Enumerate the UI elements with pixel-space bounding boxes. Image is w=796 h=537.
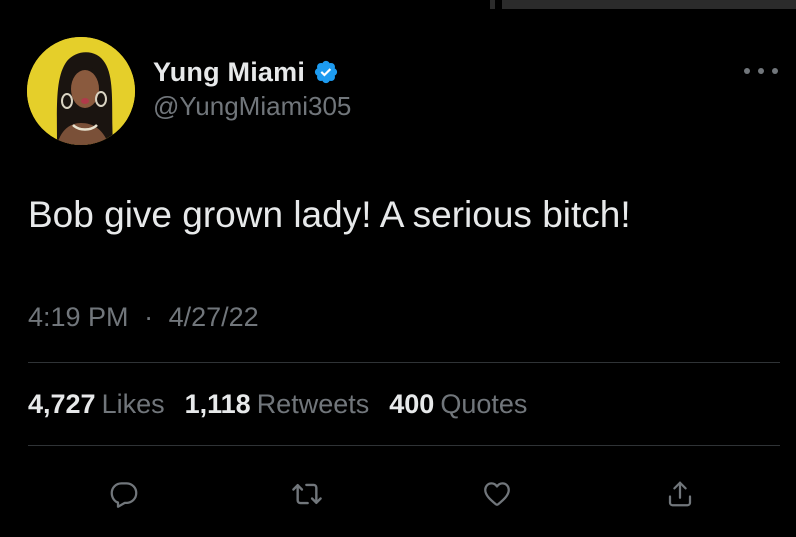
like-button[interactable]: [477, 474, 517, 514]
reply-button[interactable]: [104, 474, 144, 514]
share-icon: [668, 481, 692, 507]
tweet-date[interactable]: 4/27/22: [169, 302, 259, 332]
author-name-row[interactable]: Yung Miami: [153, 56, 339, 88]
quotes-stat[interactable]: 400 Quotes: [389, 389, 527, 420]
more-dot: [744, 68, 750, 74]
quotes-count: 400: [389, 389, 435, 419]
retweets-stat[interactable]: 1,118 Retweets: [185, 389, 370, 420]
author-handle[interactable]: @YungMiami305: [153, 91, 351, 122]
retweet-icon: [292, 483, 322, 505]
more-options-icon[interactable]: [744, 62, 778, 80]
top-edge-fragment: [490, 0, 495, 9]
tweet-timestamp[interactable]: 4:19 PM · 4/27/22: [28, 302, 259, 333]
top-edge-bar: [502, 0, 796, 9]
avatar-image: [27, 37, 135, 145]
divider: [28, 362, 780, 363]
retweets-label: Retweets: [256, 389, 370, 419]
avatar[interactable]: [27, 37, 135, 145]
likes-count: 4,727: [28, 389, 96, 419]
verified-badge-icon: [314, 60, 338, 84]
more-dot: [772, 68, 778, 74]
divider: [28, 445, 780, 446]
more-dot: [758, 68, 764, 74]
author-display-name[interactable]: Yung Miami: [153, 57, 305, 88]
timestamp-separator: ·: [144, 302, 154, 332]
likes-label: Likes: [101, 389, 165, 419]
share-button[interactable]: [660, 474, 700, 514]
retweet-button[interactable]: [287, 474, 327, 514]
retweets-count: 1,118: [184, 389, 251, 419]
tweet-text: Bob give grown lady! A serious bitch!: [28, 194, 631, 235]
tweet-time[interactable]: 4:19 PM: [28, 302, 129, 332]
like-icon: [484, 482, 510, 506]
reply-icon: [110, 482, 138, 508]
quotes-label: Quotes: [440, 389, 528, 419]
engagement-stats: 4,727 Likes 1,118 Retweets 400 Quotes: [28, 389, 547, 420]
likes-stat[interactable]: 4,727 Likes: [28, 389, 165, 420]
